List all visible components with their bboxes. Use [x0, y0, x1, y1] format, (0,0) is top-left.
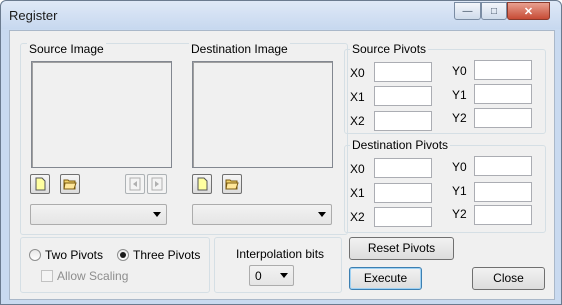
chevron-down-icon [318, 212, 326, 217]
execute-label: Execute [363, 271, 408, 285]
source-image-label: Source Image [27, 42, 106, 56]
source-x0-label: X0 [350, 66, 365, 80]
source-image-preview [31, 61, 172, 168]
register-window: Register — □ ✕ Source Image Destination … [0, 0, 562, 305]
destination-image-preview [192, 61, 333, 168]
maximize-button[interactable]: □ [481, 2, 507, 20]
source-x2-field[interactable] [374, 111, 432, 131]
source-y2-field[interactable] [474, 108, 532, 128]
interpolation-value: 0 [255, 269, 262, 283]
source-x2-label: X2 [350, 114, 365, 128]
source-y1-field[interactable] [474, 84, 532, 104]
source-y2-label: Y2 [452, 111, 467, 125]
source-next-button[interactable] [147, 174, 167, 194]
destination-x2-field[interactable] [374, 207, 432, 227]
source-pivots-label: Source Pivots [350, 42, 429, 56]
open-folder-icon [63, 179, 77, 190]
open-folder-icon [225, 179, 239, 190]
destination-y2-label: Y2 [452, 207, 467, 221]
close-icon: ✕ [523, 5, 534, 18]
interpolation-dropdown[interactable]: 0 [249, 265, 294, 286]
source-open-button[interactable] [60, 174, 80, 194]
new-file-icon [35, 177, 46, 191]
destination-y0-field[interactable] [474, 156, 532, 176]
minimize-button[interactable]: — [454, 2, 481, 20]
destination-y1-field[interactable] [474, 182, 532, 202]
next-icon [151, 177, 163, 191]
chevron-down-icon [280, 273, 288, 278]
maximize-icon: □ [490, 5, 498, 17]
destination-pivots-label: Destination Pivots [350, 138, 451, 152]
source-x0-field[interactable] [374, 62, 432, 82]
allow-scaling-checkbox[interactable] [41, 270, 53, 282]
source-y0-field[interactable] [474, 60, 532, 80]
chevron-down-icon [153, 212, 161, 217]
three-pivots-label: Three Pivots [133, 248, 201, 262]
two-pivots-label: Two Pivots [45, 248, 104, 262]
destination-x0-label: X0 [350, 162, 365, 176]
interpolation-label: Interpolation bits [236, 247, 325, 261]
source-image-dropdown[interactable] [30, 204, 167, 225]
three-pivots-radio[interactable] [117, 249, 129, 261]
close-window-button[interactable]: ✕ [507, 2, 550, 20]
destination-new-button[interactable] [192, 174, 212, 194]
pivot-mode-group [20, 237, 210, 293]
title-bar[interactable]: Register — □ ✕ [1, 1, 561, 29]
destination-y1-label: Y1 [452, 184, 467, 198]
destination-x2-label: X2 [350, 210, 365, 224]
allow-scaling-label: Allow Scaling [57, 269, 129, 283]
destination-image-label: Destination Image [189, 42, 290, 56]
source-x1-field[interactable] [374, 86, 432, 106]
prev-icon [129, 177, 141, 191]
execute-button[interactable]: Execute [349, 267, 422, 290]
destination-x1-label: X1 [350, 186, 365, 200]
destination-open-button[interactable] [222, 174, 242, 194]
destination-y0-label: Y0 [452, 160, 467, 174]
window-title: Register [9, 8, 58, 23]
destination-x1-field[interactable] [374, 183, 432, 203]
source-x1-label: X1 [350, 90, 365, 104]
reset-pivots-label: Reset Pivots [367, 241, 436, 255]
destination-image-dropdown[interactable] [192, 204, 332, 225]
source-y0-label: Y0 [452, 64, 467, 78]
destination-y2-field[interactable] [474, 205, 532, 225]
new-file-icon [197, 177, 208, 191]
source-new-button[interactable] [30, 174, 50, 194]
close-button[interactable]: Close [472, 267, 545, 290]
minimize-icon: — [462, 5, 473, 17]
source-y1-label: Y1 [452, 88, 467, 102]
two-pivots-radio[interactable] [29, 249, 41, 261]
reset-pivots-button[interactable]: Reset Pivots [349, 237, 454, 260]
close-label: Close [493, 271, 524, 285]
source-prev-button[interactable] [125, 174, 145, 194]
destination-x0-field[interactable] [374, 158, 432, 178]
dialog-client: Source Image Destination Image Source Pi… [9, 30, 555, 300]
